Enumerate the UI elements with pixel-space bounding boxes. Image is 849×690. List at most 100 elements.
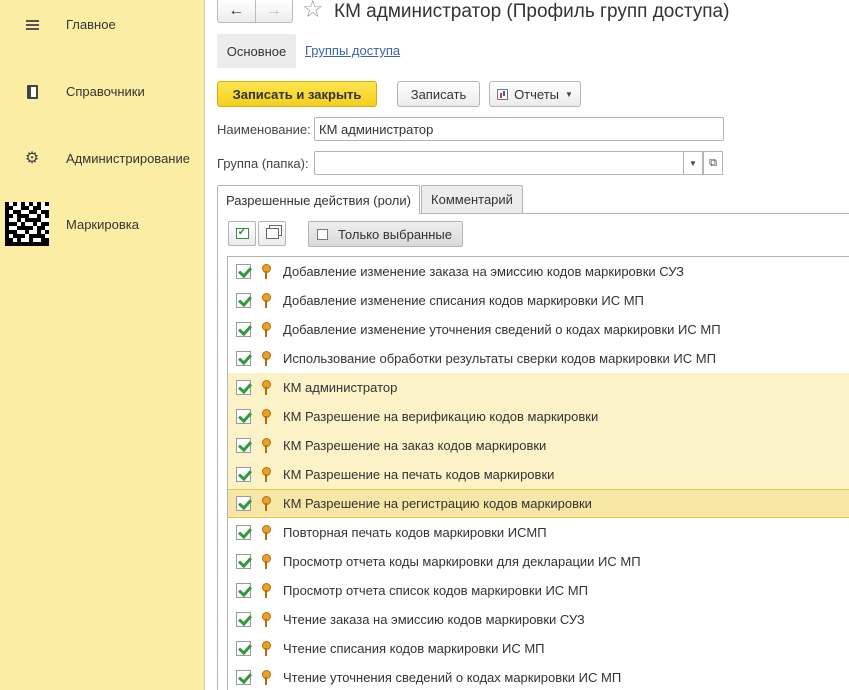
roles-list: Добавление изменение заказа на эмиссию к… xyxy=(227,256,849,690)
chevron-down-icon: ▼ xyxy=(689,158,697,168)
role-label: КМ Разрешение на печать кодов маркировки xyxy=(283,467,555,482)
role-label: Использование обработки результаты сверк… xyxy=(283,351,716,366)
role-label: КМ Разрешение на верификацию кодов марки… xyxy=(283,409,599,424)
sidebar-item-catalogs[interactable]: Справочники xyxy=(0,72,204,112)
history-nav: ← → xyxy=(217,0,293,23)
role-checkbox[interactable] xyxy=(236,351,251,366)
group-field[interactable] xyxy=(314,151,684,175)
forward-arrow-icon[interactable]: → xyxy=(256,0,293,22)
key-icon xyxy=(261,408,271,425)
key-icon xyxy=(261,553,271,570)
report-icon xyxy=(497,88,509,100)
key-icon xyxy=(261,263,271,280)
reports-label: Отчеты xyxy=(514,86,559,102)
save-button[interactable]: Записать xyxy=(397,81,480,107)
tab-roles[interactable]: Разрешенные действия (роли) xyxy=(217,185,420,214)
name-field[interactable]: КМ администратор xyxy=(314,117,724,141)
group-label: Группа (папка): xyxy=(217,156,309,171)
key-icon xyxy=(261,379,271,396)
table-row[interactable]: Использование обработки результаты сверк… xyxy=(228,344,849,373)
key-icon xyxy=(261,669,271,686)
role-label: КМ Разрешение на регистрацию кодов марки… xyxy=(283,496,592,511)
checkbox-icon xyxy=(317,228,328,240)
save-and-close-button[interactable]: Записать и закрыть xyxy=(217,81,377,107)
key-icon xyxy=(261,321,271,338)
role-checkbox[interactable] xyxy=(236,641,251,656)
menu-icon xyxy=(12,13,52,37)
table-row[interactable]: КМ Разрешение на верификацию кодов марки… xyxy=(228,402,849,431)
role-checkbox[interactable] xyxy=(236,264,251,279)
table-row[interactable]: КМ Разрешение на заказ кодов маркировки xyxy=(228,431,849,460)
role-label: Добавление изменение заказа на эмиссию к… xyxy=(283,264,685,279)
group-open-button[interactable]: ⧉ xyxy=(703,151,723,175)
role-checkbox[interactable] xyxy=(236,525,251,540)
role-label: Добавление изменение списания кодов марк… xyxy=(283,293,644,308)
role-label: Добавление изменение уточнения сведений … xyxy=(283,322,721,337)
role-label: Чтение списания кодов маркировки ИС МП xyxy=(283,641,545,656)
role-label: Чтение уточнения сведений о кодах маркир… xyxy=(283,670,622,685)
table-row[interactable]: Просмотр отчета коды маркировки для декл… xyxy=(228,547,849,576)
table-row[interactable]: Просмотр отчета список кодов маркировки … xyxy=(228,576,849,605)
uncheck-all-button[interactable] xyxy=(258,221,286,246)
table-row[interactable]: Добавление изменение уточнения сведений … xyxy=(228,315,849,344)
role-checkbox[interactable] xyxy=(236,293,251,308)
table-row[interactable]: Добавление изменение списания кодов марк… xyxy=(228,286,849,315)
tab-access-groups-link[interactable]: Группы доступа xyxy=(305,43,400,58)
name-label: Наименование: xyxy=(217,122,311,137)
datamatrix-icon xyxy=(5,202,49,246)
role-checkbox[interactable] xyxy=(236,380,251,395)
table-row[interactable]: Чтение списания кодов маркировки ИС МП xyxy=(228,634,849,663)
gear-icon: ⚙ xyxy=(24,150,40,167)
sidebar-item-marking[interactable]: Маркировка xyxy=(0,202,204,246)
reports-button[interactable]: Отчеты ▼ xyxy=(489,81,581,107)
check-all-icon xyxy=(235,225,249,239)
only-selected-label: Только выбранные xyxy=(338,226,452,242)
table-row[interactable]: Чтение уточнения сведений о кодах маркир… xyxy=(228,663,849,690)
chevron-down-icon: ▼ xyxy=(565,89,573,99)
role-checkbox[interactable] xyxy=(236,467,251,482)
key-icon xyxy=(261,611,271,628)
book-icon xyxy=(12,80,52,104)
open-icon: ⧉ xyxy=(709,156,717,169)
sidebar-item-label: Маркировка xyxy=(66,217,139,232)
group-dropdown-button[interactable]: ▼ xyxy=(683,151,703,175)
role-checkbox[interactable] xyxy=(236,496,251,511)
sidebar-item-label: Справочники xyxy=(66,84,145,99)
key-icon xyxy=(261,582,271,599)
sidebar-item-administration[interactable]: ⚙ Администрирование xyxy=(0,139,204,179)
key-icon xyxy=(261,524,271,541)
role-label: КМ администратор xyxy=(283,380,398,395)
role-label: Повторная печать кодов маркировки ИСМП xyxy=(283,525,547,540)
tab-main[interactable]: Основное xyxy=(217,34,296,68)
role-checkbox[interactable] xyxy=(236,438,251,453)
sidebar-item-main[interactable]: Главное xyxy=(0,5,204,45)
only-selected-toggle[interactable]: Только выбранные xyxy=(308,221,463,247)
key-icon xyxy=(261,640,271,657)
role-checkbox[interactable] xyxy=(236,583,251,598)
key-icon xyxy=(261,437,271,454)
sidebar: Главное Справочники ⚙ Администрирование … xyxy=(0,0,205,690)
table-row[interactable]: КМ Разрешение на регистрацию кодов марки… xyxy=(228,489,849,518)
favorite-star-icon[interactable]: ☆ xyxy=(302,0,324,22)
key-icon xyxy=(261,292,271,309)
role-checkbox[interactable] xyxy=(236,612,251,627)
tab-comment[interactable]: Комментарий xyxy=(421,185,523,213)
key-icon xyxy=(261,466,271,483)
check-all-button[interactable] xyxy=(228,221,256,246)
page-title: КМ администратор (Профиль групп доступа) xyxy=(334,1,730,22)
table-row[interactable]: КМ Разрешение на печать кодов маркировки xyxy=(228,460,849,489)
table-row[interactable]: Повторная печать кодов маркировки ИСМП xyxy=(228,518,849,547)
role-checkbox[interactable] xyxy=(236,554,251,569)
role-checkbox[interactable] xyxy=(236,670,251,685)
key-icon xyxy=(261,350,271,367)
role-checkbox[interactable] xyxy=(236,322,251,337)
table-row[interactable]: КМ администратор xyxy=(228,373,849,402)
back-arrow-icon[interactable]: ← xyxy=(218,0,256,22)
sidebar-item-label: Администрирование xyxy=(66,151,190,166)
table-row[interactable]: Чтение заказа на эмиссию кодов маркировк… xyxy=(228,605,849,634)
key-icon xyxy=(261,495,271,512)
role-checkbox[interactable] xyxy=(236,409,251,424)
table-row[interactable]: Добавление изменение заказа на эмиссию к… xyxy=(228,257,849,286)
role-label: Просмотр отчета список кодов маркировки … xyxy=(283,583,588,598)
role-label: Чтение заказа на эмиссию кодов маркировк… xyxy=(283,612,585,627)
